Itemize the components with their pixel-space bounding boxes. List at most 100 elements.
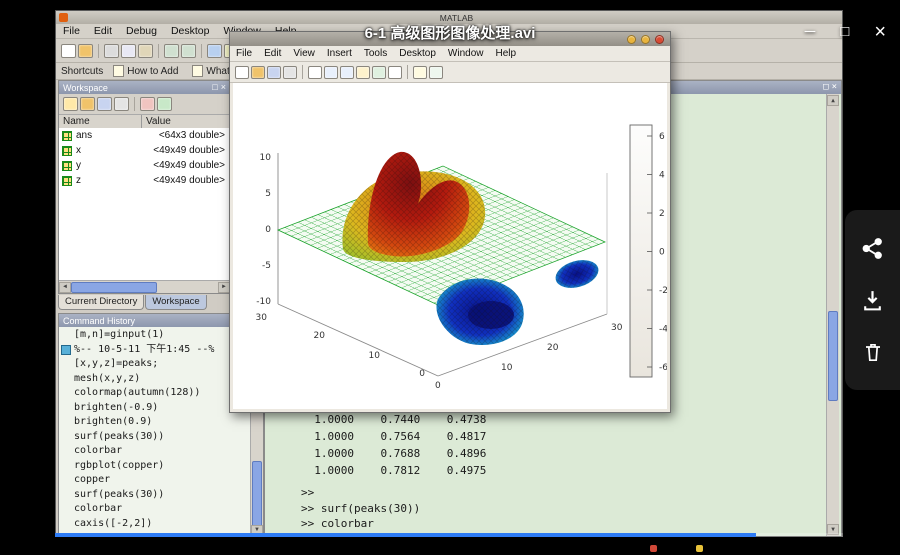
minimize-button[interactable]: ─ [805,22,816,42]
dock-icon[interactable]: □ [212,83,217,92]
history-item[interactable]: [m,n]=ginput(1) [59,328,251,343]
matlab-window-title: MATLAB [439,12,474,23]
new-variable-icon[interactable] [63,97,78,111]
copy-icon[interactable] [121,43,136,58]
column-header-value[interactable]: Value [142,115,230,129]
command-window-vscroll-thumb[interactable] [828,310,838,401]
column-header-name[interactable]: Name [59,115,142,129]
close-icon[interactable]: × [832,83,837,92]
history-vscroll-thumb[interactable] [252,461,262,531]
data-cursor-icon[interactable] [388,65,402,79]
edit-plot-icon[interactable] [308,65,322,79]
svg-text:20: 20 [314,331,326,341]
close-button[interactable]: × [874,22,886,42]
history-item[interactable]: colorbar [59,502,251,517]
toolbar-separator [98,43,99,58]
svg-text:4: 4 [659,171,665,181]
save-icon[interactable] [267,65,281,79]
history-item[interactable]: %-- 10-5-11 下午1:45 --% [59,343,251,358]
history-item[interactable]: [x,y,z]=peaks; [59,357,251,372]
history-item[interactable]: rgbplot(copper) [59,459,251,474]
svg-text:0: 0 [659,248,665,258]
figure-plot-area[interactable]: 1050-5-10 3020100 0102030 6420-2-4-6 [233,83,667,409]
open-icon[interactable] [251,65,265,79]
new-figure-icon[interactable] [235,65,249,79]
history-item[interactable]: brighten(-0.9) [59,401,251,416]
figure-menu-help[interactable]: Help [490,48,523,59]
insert-legend-icon[interactable] [429,65,443,79]
insert-colorbar-icon[interactable] [413,65,427,79]
open-icon[interactable] [80,97,95,111]
workspace-row[interactable]: y <49x49 double> [59,158,230,173]
variable-name: z [76,175,81,186]
figure-menu-file[interactable]: File [230,48,258,59]
dock-icon[interactable]: □ [823,83,828,92]
pan-icon[interactable] [356,65,370,79]
command-history-list: [m,n]=ginput(1) %-- 10-5-11 下午1:45 --% [x,… [59,327,251,536]
variable-value: <49x49 double> [153,145,225,156]
delete-icon[interactable] [860,339,886,365]
workspace-row[interactable]: ans <64x3 double> [59,128,230,143]
svg-text:2: 2 [659,209,665,219]
workspace-row[interactable]: z <49x49 double> [59,173,230,188]
history-item[interactable]: mesh(x,y,z) [59,372,251,387]
figure-menu-tools[interactable]: Tools [358,48,393,59]
history-item[interactable]: surf(peaks(30)) [59,430,251,445]
print-icon[interactable] [114,97,129,111]
history-item[interactable]: colormap(autumn(128)) [59,386,251,401]
toolbar-separator [407,65,408,79]
workspace-panel: Workspace □ × Name Value ans <64x3 double>… [58,80,231,294]
paste-icon[interactable] [138,43,153,58]
plot-icon[interactable] [157,97,172,111]
shortcut-how-to-add[interactable]: How to Add [113,65,178,77]
simulink-icon[interactable] [207,43,222,58]
figure-menu-view[interactable]: View [287,48,321,59]
history-item[interactable]: colorbar [59,444,251,459]
maximize-button[interactable]: □ [840,22,849,42]
figure-menu-window[interactable]: Window [442,48,490,59]
workspace-hscrollbar[interactable]: ◄ ► [59,280,230,293]
history-item[interactable]: brighten(0.9) [59,415,251,430]
tab-workspace[interactable]: Workspace [145,295,207,310]
figure-window: File Edit View Insert Tools Desktop Window Help [229,31,671,413]
zoom-in-icon[interactable] [324,65,338,79]
workspace-hscroll-thumb[interactable] [71,282,157,293]
command-prompts[interactable]: >> >> surf(peaks(30))>> colorbar>> caxis… [301,485,420,536]
scroll-up-icon[interactable]: ▲ [827,95,839,106]
download-icon[interactable] [860,287,886,313]
print-icon[interactable] [283,65,297,79]
history-item[interactable]: caxis([-2,2]) [59,517,251,532]
history-item[interactable]: copper [59,473,251,488]
variable-value: <49x49 double> [153,175,225,186]
svg-text:0: 0 [435,381,441,391]
delete-icon[interactable] [140,97,155,111]
rotate-3d-icon[interactable] [372,65,386,79]
toolbar-separator [158,43,159,58]
close-icon[interactable]: × [221,83,226,92]
svg-text:-2: -2 [659,286,667,296]
zoom-out-icon[interactable] [340,65,354,79]
video-player: MATLAB FileEditDebugDesktopWindowHelp Sh… [0,0,900,555]
workspace-row[interactable]: x <49x49 double> [59,143,230,158]
figure-menu-insert[interactable]: Insert [321,48,358,59]
figure-menu-desktop[interactable]: Desktop [393,48,442,59]
y-axis-ticks: 30 20 10 0 [256,313,426,379]
new-file-icon[interactable] [61,43,76,58]
colorbar [629,124,653,378]
undo-icon[interactable] [164,43,179,58]
cut-icon[interactable] [104,43,119,58]
open-folder-icon[interactable] [78,43,93,58]
output-line: 1.0000 0.7440 0.4738 [301,413,487,426]
toolbar-separator [302,65,303,79]
save-icon[interactable] [97,97,112,111]
output-line: 1.0000 0.7564 0.4817 [301,430,487,443]
history-item[interactable]: surf(peaks(30)) [59,488,251,503]
command-window-vscrollbar[interactable]: ▲ ▼ [826,94,839,536]
figure-menu-edit[interactable]: Edit [258,48,287,59]
share-icon[interactable] [860,236,886,262]
scroll-left-icon[interactable]: ◄ [59,282,71,293]
player-side-rail [845,210,900,390]
tab-current-directory[interactable]: Current Directory [58,295,145,310]
video-progress-bar[interactable] [55,533,843,537]
redo-icon[interactable] [181,43,196,58]
